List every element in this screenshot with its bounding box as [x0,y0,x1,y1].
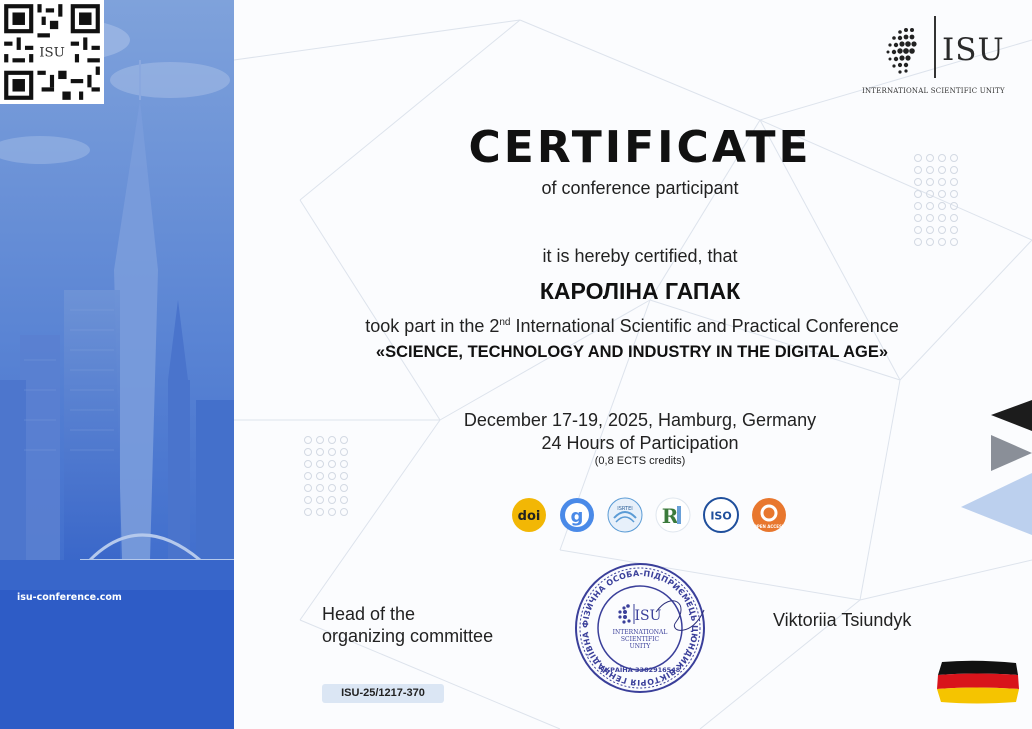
participant-name: КАРОЛІНА ГАПАК [539,278,741,304]
city-skyline-image [0,0,234,729]
logo-divider [934,16,936,78]
certificate-subtitle: of conference participant [541,178,739,198]
iso-label: ISO [710,510,731,523]
conference-title: «SCIENCE, TECHNOLOGY AND INDUSTRY IN THE… [375,343,889,361]
participation-line: took part in the 2nd International Scien… [262,316,1002,337]
indexing-badges: doi g ISRTEI R ISO OPEN ACCESS [510,496,790,536]
city-panel: isu-conference.com ISU [0,0,234,729]
isrtei-icon: ISRTEI [607,497,643,533]
isrtei-label: ISRTEI [617,506,632,512]
document-id-badge: ISU-25/1217-370 [322,684,444,703]
rb-icon: R [655,497,691,533]
isu-logo: ISU INTERNATIONAL SCIENTIFIC UNITY [862,16,1022,100]
doi-label: doi [518,509,541,524]
head-label-line2: organizing committee [322,626,494,646]
open-access-icon: OPEN ACCESS [752,498,786,532]
qr-code[interactable]: ISU [0,0,104,104]
decorative-triangles [961,400,1032,535]
rb-label: R [662,504,679,528]
certificate-page: isu-conference.com ISU ISU INTERNATIONAL… [0,0,1032,729]
head-label-line1: Head of the [322,604,416,624]
official-stamp: ФІЗИЧНА ОСОБА-ПІДПРИЄМЕЦЬ ЦЮНДИК ВІКТОРІ… [575,563,705,693]
website-url[interactable]: isu-conference.com [17,592,137,603]
logo-brand: ISU [942,32,1005,68]
signer-name: Viktoriia Tsiundyk [773,610,912,630]
certified-line: it is hereby certified, that [542,246,738,266]
participation-suffix: International Scientific and Practical C… [510,316,899,336]
svg-text:ISU: ISU [39,46,65,61]
participation-prefix: took part in the 2 [365,316,500,336]
ects-credits: (0,8 ECTS credits) [594,455,686,467]
stamp-center-line2: SCIENTIFIC [621,636,660,643]
date-location: December 17-19, 2025, Hamburg, Germany [463,410,817,430]
doi-icon: doi [512,498,546,532]
stamp-center-line1: INTERNATIONAL [613,629,668,636]
globe-dots-icon [886,28,917,74]
google-scholar-label: g [571,506,584,527]
google-scholar-icon: g [560,498,594,532]
participation-hours: 24 Hours of Participation [541,433,739,453]
ordinal-suffix: nd [499,317,511,328]
stamp-center-line3: UNITY [630,643,652,650]
logo-tagline: INTERNATIONAL SCIENTIFIC UNITY [862,87,1005,95]
stamp-bottom-text: УКРАЇНА 3382916548 [600,665,681,674]
germany-flag-icon [937,660,1019,704]
iso-icon: ISO [703,497,739,533]
head-of-committee-label: Head of the organizing committee [322,603,582,647]
certificate-title: CERTIFICATE [468,122,812,173]
open-access-label: OPEN ACCESS [753,524,784,529]
